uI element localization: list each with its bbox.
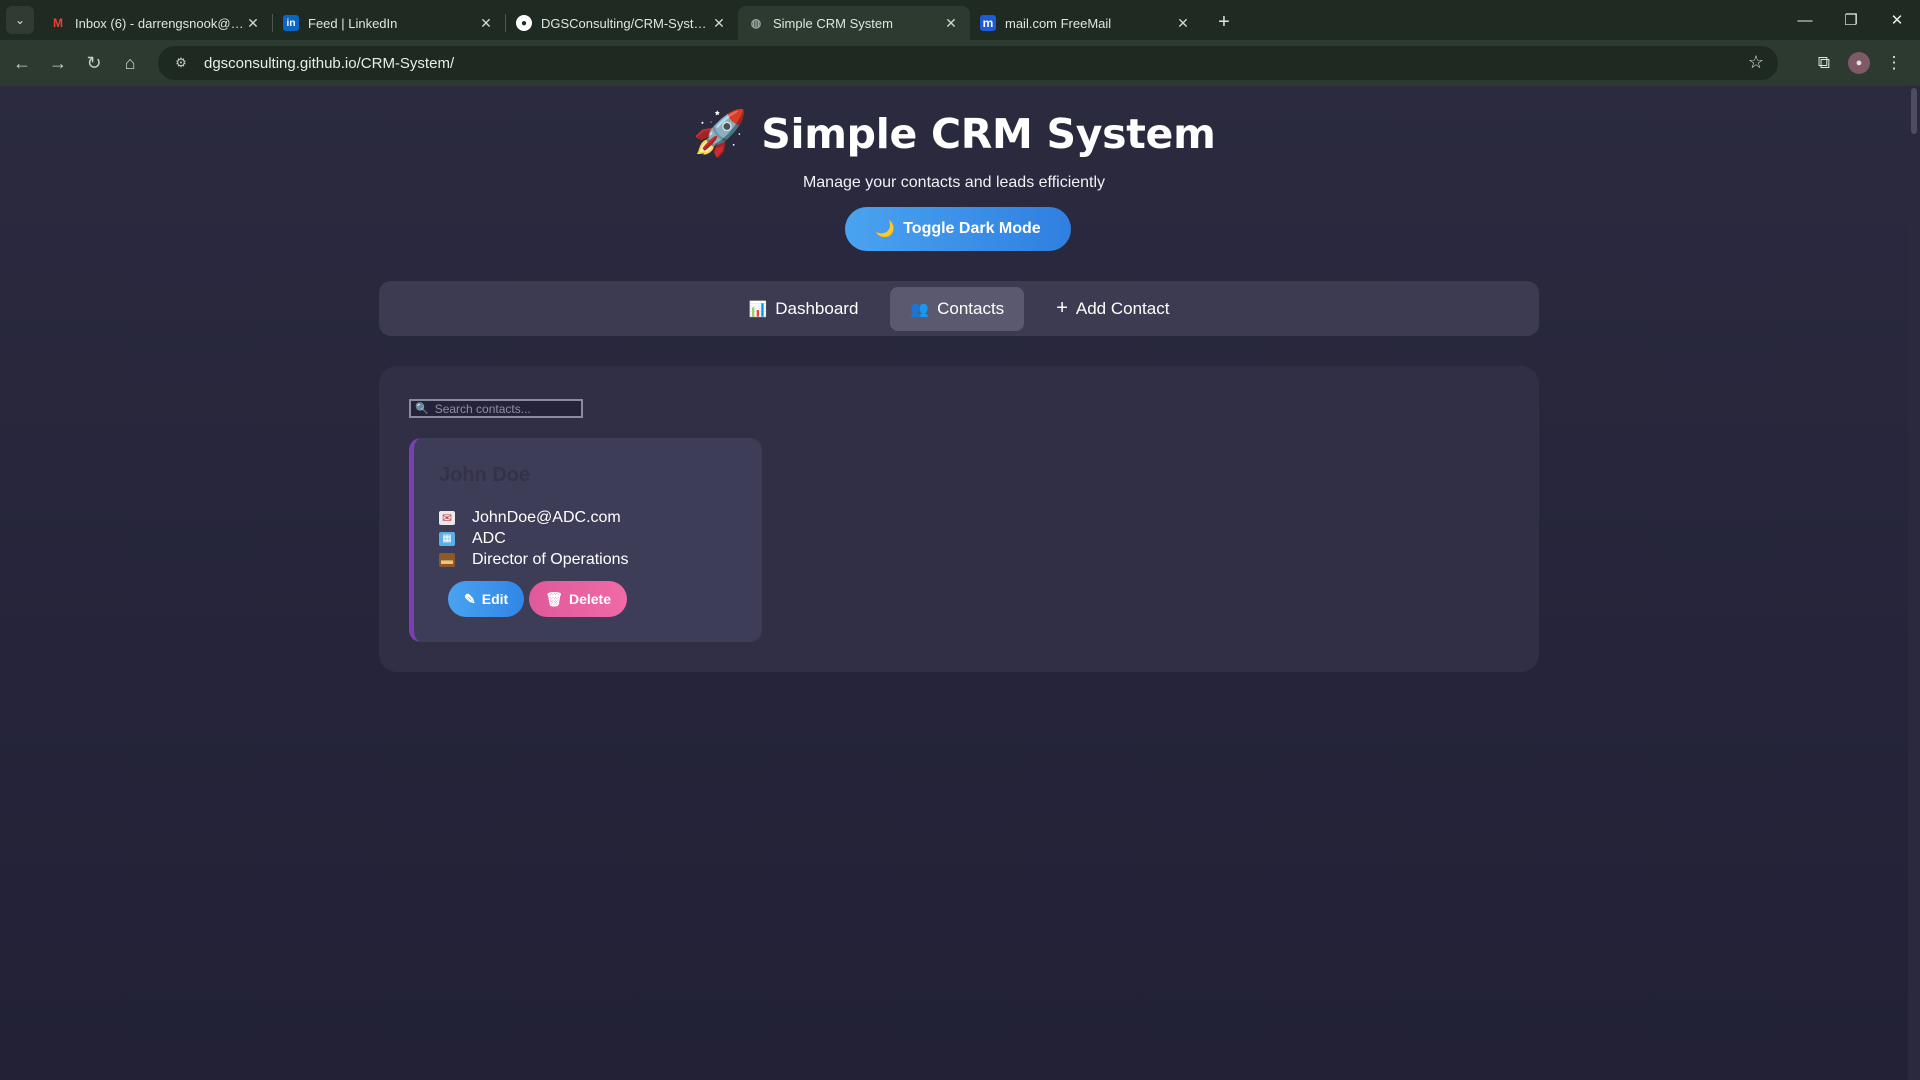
contact-actions: ✎ Edit 🗑 Delete — [448, 581, 627, 617]
browser-tab-mailcom[interactable]: m mail.com FreeMail ✕ — [970, 6, 1202, 40]
contacts-panel: 🔍 John Doe ✉ JohnDoe@ADC.com ▦ ADC ▬ Dir… — [379, 366, 1539, 672]
browser-tab-github[interactable]: ● DGSConsulting/CRM-System: A ✕ — [506, 6, 738, 40]
restore-icon[interactable]: ❐ — [1828, 0, 1874, 40]
extensions-puzzle-icon[interactable]: ⧉ — [1806, 45, 1842, 81]
contact-email-row: ✉ JohnDoe@ADC.com — [439, 507, 629, 528]
url-text: dgsconsulting.github.io/CRM-System/ — [204, 54, 455, 72]
plus-icon: + — [1056, 297, 1068, 319]
tab-add-contact-label: Add Contact — [1075, 298, 1170, 318]
bar-chart-icon: 📊 — [748, 300, 768, 318]
toggle-dark-mode-button[interactable]: 🌙 Toggle Dark Mode — [845, 207, 1071, 251]
app-header: 🚀 Simple CRM System Manage your contacts… — [0, 86, 1908, 251]
page-content: 🚀 Simple CRM System Manage your contacts… — [0, 86, 1920, 1080]
browser-tab-linkedin[interactable]: in Feed | LinkedIn ✕ — [273, 6, 505, 40]
tab-add-contact[interactable]: + Add Contact — [1036, 287, 1189, 331]
building-icon: ▦ — [439, 531, 455, 546]
edit-label: Edit — [481, 591, 509, 607]
moon-icon: 🌙 — [875, 221, 896, 238]
search-box[interactable]: 🔍 — [409, 399, 583, 418]
tab-close-icon[interactable]: ✕ — [1174, 15, 1192, 32]
site-settings-icon[interactable]: ⚙ — [170, 52, 192, 74]
page-title: Simple CRM System — [761, 110, 1216, 158]
contact-email: JohnDoe@ADC.com — [472, 508, 621, 526]
tab-dashboard-label: Dashboard — [775, 298, 859, 318]
linkedin-icon: in — [283, 15, 299, 31]
tab-close-icon[interactable]: ✕ — [710, 15, 728, 32]
contact-company-row: ▦ ADC — [439, 528, 629, 549]
tab-dashboard[interactable]: 📊 Dashboard — [729, 287, 879, 331]
search-input[interactable] — [434, 401, 575, 416]
browser-tab-gmail[interactable]: M Inbox (6) - darrengsnook@gmail.com ✕ — [40, 6, 272, 40]
new-tab-plus-icon[interactable]: + — [1210, 8, 1238, 36]
delete-button[interactable]: 🗑 Delete — [529, 581, 627, 617]
close-window-icon[interactable]: ✕ — [1874, 0, 1920, 40]
tab-close-icon[interactable]: ✕ — [244, 15, 262, 32]
toggle-dark-mode-label: Toggle Dark Mode — [903, 220, 1041, 237]
pencil-icon: ✎ — [464, 590, 476, 607]
main-nav: 📊 Dashboard 👥 Contacts + Add Contact — [379, 281, 1539, 336]
github-icon: ● — [516, 15, 532, 31]
title-row: 🚀 Simple CRM System — [0, 110, 1908, 158]
contact-company: ADC — [472, 529, 506, 547]
minimize-icon[interactable]: — — [1782, 0, 1828, 40]
toolbar-right: ⧉ ● ⋮ — [1800, 40, 1920, 86]
search-icon: 🔍 — [415, 403, 429, 415]
reload-icon[interactable]: ↻ — [76, 45, 112, 81]
mailcom-icon: m — [980, 15, 996, 31]
page-scrollbar[interactable] — [1908, 86, 1920, 1080]
browser-toolbar: ← → ↻ ⌂ ⚙ dgsconsulting.github.io/CRM-Sy… — [0, 40, 1920, 86]
contact-position: Director of Operations — [472, 550, 629, 568]
page-subtitle: Manage your contacts and leads efficient… — [802, 174, 1106, 191]
tab-title: Simple CRM System — [773, 15, 893, 31]
home-icon[interactable]: ⌂ — [112, 45, 148, 81]
menu-kebab-icon[interactable]: ⋮ — [1876, 45, 1912, 81]
rocket-icon: 🚀 — [692, 109, 748, 158]
address-bar[interactable]: ⚙ dgsconsulting.github.io/CRM-System/ ☆ — [158, 46, 1778, 80]
forward-arrow-icon[interactable]: → — [40, 45, 76, 81]
contact-details: ✉ JohnDoe@ADC.com ▦ ADC ▬ Director of Op… — [439, 507, 629, 570]
briefcase-icon: ▬ — [439, 552, 455, 567]
browser-tab-bar: ⌄ M Inbox (6) - darrengsnook@gmail.com ✕… — [0, 0, 1920, 40]
people-icon: 👥 — [910, 300, 930, 318]
tab-contacts[interactable]: 👥 Contacts — [890, 286, 1025, 331]
browser-tab-crm[interactable]: ◍ Simple CRM System ✕ — [738, 6, 970, 40]
bookmark-star-icon[interactable]: ☆ — [1748, 52, 1764, 73]
tab-close-icon[interactable]: ✕ — [942, 15, 960, 32]
contact-card: John Doe ✉ JohnDoe@ADC.com ▦ ADC ▬ Direc… — [409, 438, 762, 642]
tab-search-chevron-icon[interactable]: ⌄ — [6, 6, 34, 34]
tab-title: mail.com FreeMail — [1005, 15, 1112, 31]
tab-close-icon[interactable]: ✕ — [477, 15, 495, 32]
edit-button[interactable]: ✎ Edit — [448, 581, 525, 617]
tab-title: DGSConsulting/CRM-System: A — [541, 15, 710, 31]
tab-title: Inbox (6) - darrengsnook@gmail.com — [75, 15, 244, 31]
delete-label: Delete — [568, 591, 611, 607]
trash-icon: 🗑 — [545, 590, 563, 607]
tab-title: Feed | LinkedIn — [308, 15, 398, 31]
gmail-icon: M — [53, 16, 63, 30]
globe-icon: ◍ — [750, 16, 762, 30]
profile-avatar-icon[interactable]: ● — [1848, 52, 1870, 74]
envelope-icon: ✉ — [439, 510, 455, 525]
contact-name: John Doe — [439, 464, 531, 486]
back-arrow-icon[interactable]: ← — [4, 45, 40, 81]
scrollbar-thumb[interactable] — [1911, 88, 1917, 134]
tab-contacts-label: Contacts — [937, 298, 1005, 318]
window-controls: — ❐ ✕ — [1782, 0, 1920, 40]
contact-position-row: ▬ Director of Operations — [439, 549, 629, 570]
